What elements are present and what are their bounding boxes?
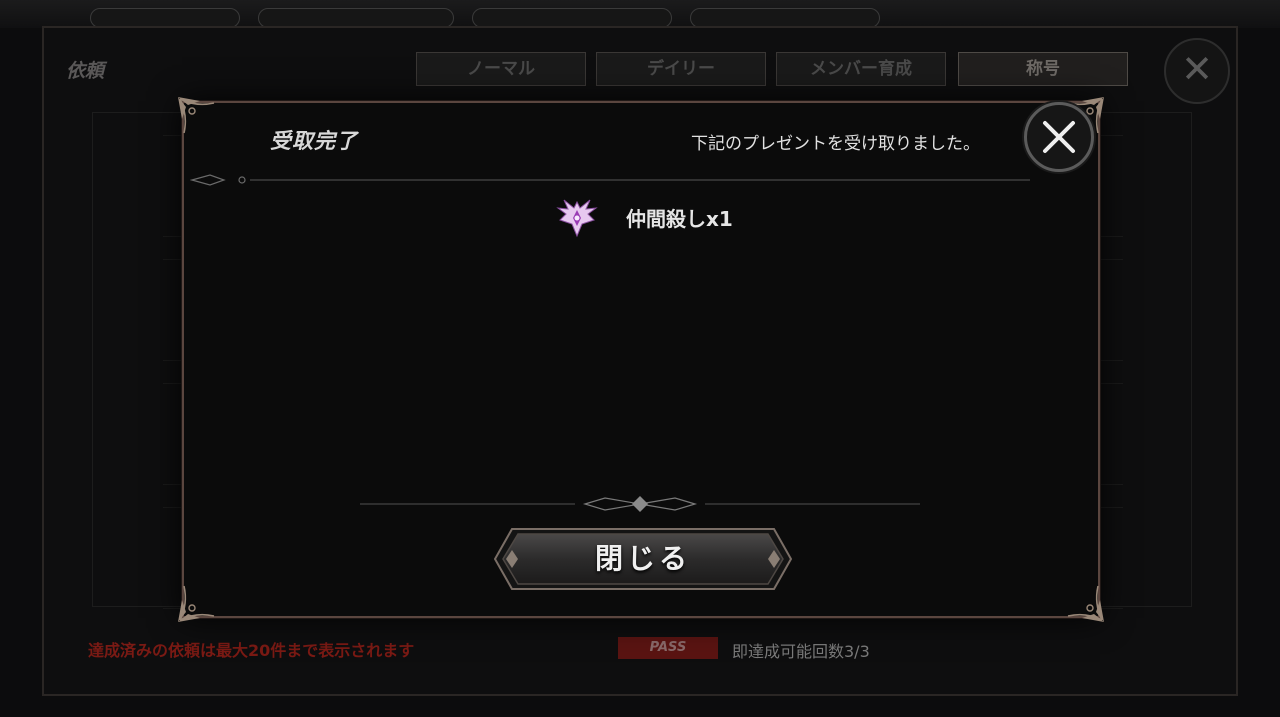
- completed-limit-notice: 達成済みの依頼は最大20件まで表示されます: [88, 641, 415, 660]
- winged-emblem-icon: [556, 199, 598, 238]
- currency-pill: [90, 8, 240, 28]
- dialog-subtitle: 下記のプレゼントを受け取りました。: [691, 134, 980, 154]
- tab-daily[interactable]: デイリー: [596, 52, 766, 86]
- item-pill: [690, 8, 880, 28]
- dialog-title: 受取完了: [270, 129, 358, 153]
- close-button[interactable]: 閉じる: [494, 528, 792, 590]
- item-pill: [472, 8, 672, 28]
- corner-ornament-icon: [178, 585, 215, 622]
- dialog-close-icon-button[interactable]: [1024, 102, 1094, 172]
- panel-close-button[interactable]: ✕: [1164, 38, 1230, 104]
- panel-title: 依頼: [66, 60, 105, 82]
- corner-ornament-icon: [178, 97, 215, 134]
- close-button-label: 閉じる: [594, 542, 691, 575]
- reward-label: 仲間殺しx1: [626, 206, 733, 231]
- tab-normal[interactable]: ノーマル: [416, 52, 586, 86]
- header-divider: [190, 174, 1030, 186]
- instant-complete-count: 即達成可能回数3/3: [732, 642, 870, 661]
- pass-badge: PASS: [618, 637, 718, 659]
- close-icon: [1043, 121, 1075, 153]
- reward-item: 仲間殺しx1: [556, 195, 733, 239]
- corner-ornament-icon: [1067, 585, 1104, 622]
- footer-divider: [360, 496, 920, 512]
- stamina-pill: [258, 8, 454, 28]
- tab-title[interactable]: 称号: [958, 52, 1128, 86]
- reward-dialog: 受取完了 下記のプレゼントを受け取りました。 仲間殺しx1 閉じる: [178, 97, 1104, 622]
- tab-member-training[interactable]: メンバー育成: [776, 52, 946, 86]
